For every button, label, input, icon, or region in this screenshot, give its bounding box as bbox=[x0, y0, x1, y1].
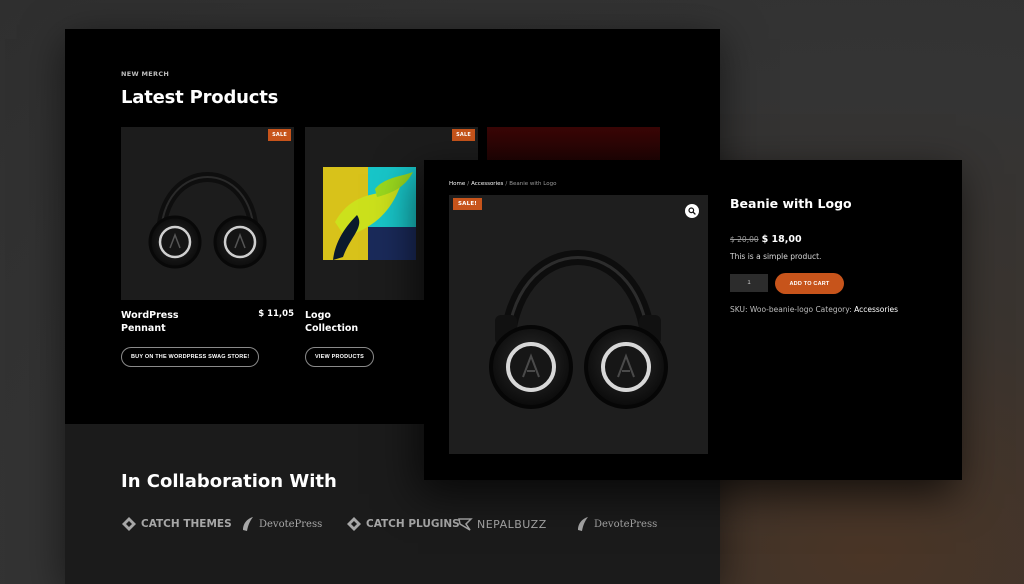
product-main-image[interactable]: SALE! bbox=[449, 195, 708, 454]
catch-logo-icon bbox=[347, 517, 361, 531]
partner-label: CATCH PLUGINS bbox=[366, 518, 460, 530]
catch-logo-icon bbox=[122, 517, 136, 531]
product-price: $ 11,05 bbox=[258, 309, 294, 319]
devotepress-logo-icon bbox=[243, 517, 253, 531]
product-title: Beanie with Logo bbox=[730, 196, 852, 211]
product-name-line1: WordPress bbox=[121, 310, 179, 321]
breadcrumb-accessories-link[interactable]: Accessories bbox=[471, 181, 503, 187]
category-label: Category: bbox=[815, 305, 852, 314]
sale-badge: SALE bbox=[452, 129, 475, 141]
view-products-button[interactable]: VIEW PRODUCTS bbox=[305, 347, 375, 367]
product-name[interactable]: WordPress Pennant bbox=[121, 309, 231, 335]
partner-label: DevotePress bbox=[259, 518, 323, 530]
partner-label: DevotePress bbox=[594, 518, 658, 530]
breadcrumb: Home / Accessories / Beanie with Logo bbox=[449, 181, 556, 187]
add-to-cart-button[interactable]: ADD TO CART bbox=[775, 273, 844, 294]
partner-logo-row: CATCH THEMES DevotePress CATCH PLUGINS N… bbox=[121, 514, 681, 534]
partner-logo-devotepress-2[interactable]: DevotePress bbox=[576, 514, 657, 534]
product-card-pennant[interactable]: SALE WordPress Pennant $ 11,05 BUY ON TH… bbox=[121, 127, 294, 367]
breadcrumb-home-link[interactable]: Home bbox=[449, 181, 465, 187]
devotepress-logo-icon bbox=[578, 517, 588, 531]
headphones-image bbox=[489, 250, 668, 409]
product-name-line1: Logo bbox=[305, 310, 331, 321]
sku-label: SKU: bbox=[730, 305, 748, 314]
partner-logo-devotepress[interactable]: DevotePress bbox=[241, 514, 322, 534]
product-name[interactable]: Logo Collection bbox=[305, 309, 415, 335]
breadcrumb-separator: / bbox=[505, 181, 508, 187]
category-link[interactable]: Accessories bbox=[854, 305, 898, 314]
nepalbuzz-logo-icon bbox=[458, 518, 473, 531]
buy-wordpress-swag-button[interactable]: BUY ON THE WORDPRESS SWAG STORE! bbox=[121, 347, 260, 367]
product-price: $ 20,00 $ 18,00 bbox=[730, 227, 802, 246]
sale-badge: SALE! bbox=[453, 198, 482, 210]
product-detail-page: Home / Accessories / Beanie with Logo SALE! bbox=[424, 160, 962, 480]
partner-label: NEPALBUZZ bbox=[477, 517, 547, 531]
partner-logo-catch-plugins[interactable]: CATCH PLUGINS bbox=[346, 514, 460, 534]
product-name-line2: Pennant bbox=[121, 323, 166, 334]
partner-label: CATCH THEMES bbox=[141, 518, 232, 530]
breadcrumb-current: Beanie with Logo bbox=[509, 181, 557, 187]
collaboration-title: In Collaboration With bbox=[121, 471, 337, 492]
product-name-line2: Collection bbox=[305, 323, 359, 334]
headphones-image bbox=[148, 172, 267, 269]
breadcrumb-separator: / bbox=[467, 181, 470, 187]
partner-logo-catch-themes[interactable]: CATCH THEMES bbox=[121, 514, 232, 534]
zoom-button[interactable] bbox=[685, 204, 699, 218]
quantity-input[interactable] bbox=[730, 274, 768, 292]
product-image-headphones[interactable]: SALE bbox=[121, 127, 294, 300]
old-price: $ 20,00 bbox=[730, 235, 759, 244]
section-eyebrow: NEW MERCH bbox=[121, 70, 170, 78]
latest-products-title: Latest Products bbox=[121, 87, 279, 108]
product-meta: SKU: Woo-beanie-logo Category: Accessori… bbox=[730, 305, 898, 314]
magnifier-icon bbox=[688, 207, 696, 215]
sale-price: $ 18,00 bbox=[761, 234, 802, 245]
product-short-description: This is a simple product. bbox=[730, 252, 822, 261]
sku-value: Woo-beanie-logo bbox=[749, 305, 814, 314]
partner-logo-nepalbuzz[interactable]: NEPALBUZZ bbox=[457, 514, 547, 534]
sale-badge: SALE bbox=[268, 129, 291, 141]
